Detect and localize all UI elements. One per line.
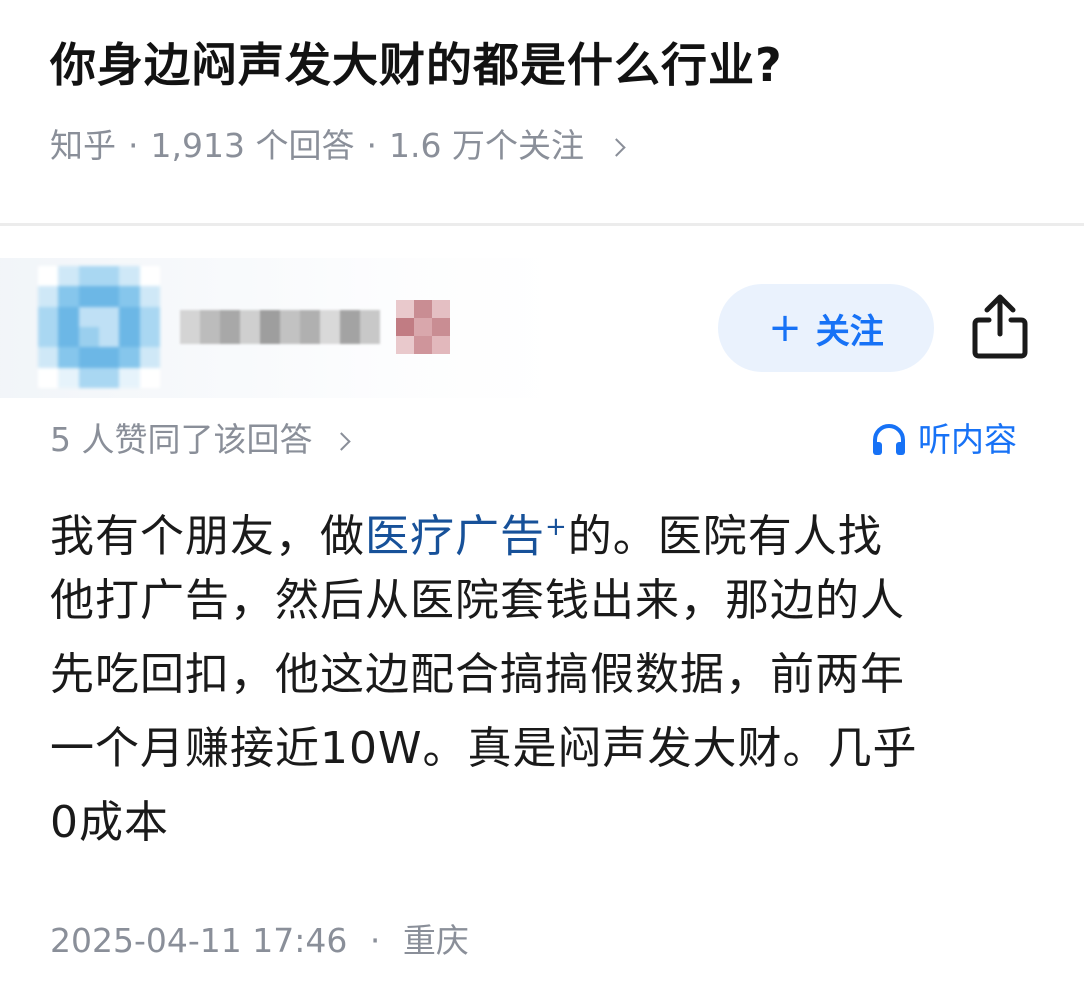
avatar-pixel — [78, 327, 99, 348]
author-badge-redacted — [396, 300, 450, 354]
footer-separator: · — [369, 921, 381, 960]
listen-label: 听内容 — [918, 420, 1017, 459]
votes-row[interactable]: 5 人赞同了该回答 — [50, 414, 351, 466]
name-pixel — [180, 310, 200, 344]
avatar-pixel — [58, 286, 79, 307]
avatar-pixel — [99, 327, 120, 348]
votes-text: 5 人赞同了该回答 — [50, 420, 313, 459]
answer-line: 一个月赚接近10W。真是闷声发大财。几乎 — [50, 723, 918, 774]
plus-icon: + — [768, 305, 802, 351]
author-name-redacted[interactable] — [180, 310, 380, 344]
avatar-pixel — [78, 306, 99, 327]
badge-pixel — [414, 318, 432, 336]
headphones-icon — [873, 424, 905, 455]
avatar-pixel — [139, 306, 160, 327]
answer-body: 我有个朋友，做医疗广告+的。医院有人找 他打广告，然后从医院套钱出来，那边的人 … — [50, 490, 1040, 860]
answer-line: 0成本 — [50, 797, 169, 848]
avatar-pixel — [78, 286, 99, 307]
answer-count: 1,913 个回答 — [150, 126, 355, 165]
badge-pixel — [396, 318, 414, 336]
name-pixel — [320, 310, 340, 344]
avatar-pixel — [119, 306, 140, 327]
avatar-pixel — [99, 286, 120, 307]
follow-button-label: 关注 — [815, 311, 884, 352]
avatar-pixel — [78, 347, 99, 368]
avatar-pixel — [139, 347, 160, 368]
badge-pixel — [414, 336, 432, 354]
name-pixel — [300, 310, 320, 344]
question-meta[interactable]: 知乎 · 1,913 个回答 · 1.6 万个关注 — [50, 120, 626, 172]
answer-text: 的。医院有人找 — [567, 511, 883, 562]
answer-line: 我有个朋友，做医疗广告+的。医院有人找 — [50, 490, 1040, 564]
avatar-pixel — [78, 367, 99, 388]
avatar-pixel — [38, 347, 59, 368]
name-pixel — [200, 310, 220, 344]
avatar-pixel — [119, 286, 140, 307]
avatar-pixel — [58, 306, 79, 327]
avatar-pixel — [38, 327, 59, 348]
follower-count: 1.6 万个关注 — [388, 126, 584, 165]
name-pixel — [340, 310, 360, 344]
name-pixel — [220, 310, 240, 344]
avatar-pixel — [58, 347, 79, 368]
avatar[interactable] — [38, 266, 160, 388]
avatar-pixel — [99, 306, 120, 327]
avatar-pixel — [78, 266, 99, 287]
name-pixel — [260, 310, 280, 344]
answer-footer: 2025-04-11 17:46 · 重庆 — [50, 915, 469, 967]
share-icon[interactable] — [968, 290, 1032, 362]
avatar-pixel — [99, 367, 120, 388]
avatar-pixel — [38, 286, 59, 307]
avatar-pixel — [38, 306, 59, 327]
avatar-pixel — [119, 347, 140, 368]
source-label: 知乎 — [50, 126, 116, 165]
section-divider — [0, 223, 1084, 226]
chevron-right-icon — [331, 431, 351, 451]
avatar-pixel — [139, 327, 160, 348]
avatar-pixel — [38, 266, 59, 287]
badge-pixel — [432, 300, 450, 318]
badge-pixel — [432, 336, 450, 354]
avatar-pixel — [58, 327, 79, 348]
keyword-mark: + — [545, 512, 568, 542]
avatar-pixel — [119, 367, 140, 388]
avatar-pixel — [139, 266, 160, 287]
avatar-pixel — [139, 367, 160, 388]
avatar-pixel — [99, 347, 120, 368]
answer-timestamp: 2025-04-11 17:46 — [50, 921, 348, 960]
badge-pixel — [396, 336, 414, 354]
badge-pixel — [432, 318, 450, 336]
meta-separator: · — [128, 126, 139, 165]
question-title[interactable]: 你身边闷声发大财的都是什么行业? — [50, 30, 783, 100]
avatar-pixel — [99, 266, 120, 287]
chevron-right-icon — [607, 137, 626, 157]
zhihu-answer-page: 你身边闷声发大财的都是什么行业? 知乎 · 1,913 个回答 · 1.6 万个… — [0, 0, 1084, 990]
avatar-pixel — [58, 266, 79, 287]
meta-separator: · — [366, 126, 377, 165]
answer-line: 先吃回扣，他这边配合搞搞假数据，前两年 — [50, 649, 905, 700]
listen-button[interactable]: 听内容 — [870, 414, 1017, 466]
avatar-pixel — [119, 266, 140, 287]
keyword-text: 医疗广告 — [365, 511, 545, 562]
badge-pixel — [414, 300, 432, 318]
avatar-pixel — [139, 286, 160, 307]
name-pixel — [240, 310, 260, 344]
answer-text: 我有个朋友，做 — [50, 511, 365, 562]
avatar-pixel — [119, 327, 140, 348]
answer-location: 重庆 — [402, 921, 469, 960]
badge-pixel — [396, 300, 414, 318]
avatar-pixel — [38, 367, 59, 388]
follow-button[interactable]: + 关注 — [718, 284, 934, 372]
answer-line: 他打广告，然后从医院套钱出来，那边的人 — [50, 575, 905, 626]
avatar-pixel — [58, 367, 79, 388]
keyword-link[interactable]: 医疗广告+ — [365, 511, 568, 562]
name-pixel — [280, 310, 300, 344]
name-pixel — [360, 310, 380, 344]
